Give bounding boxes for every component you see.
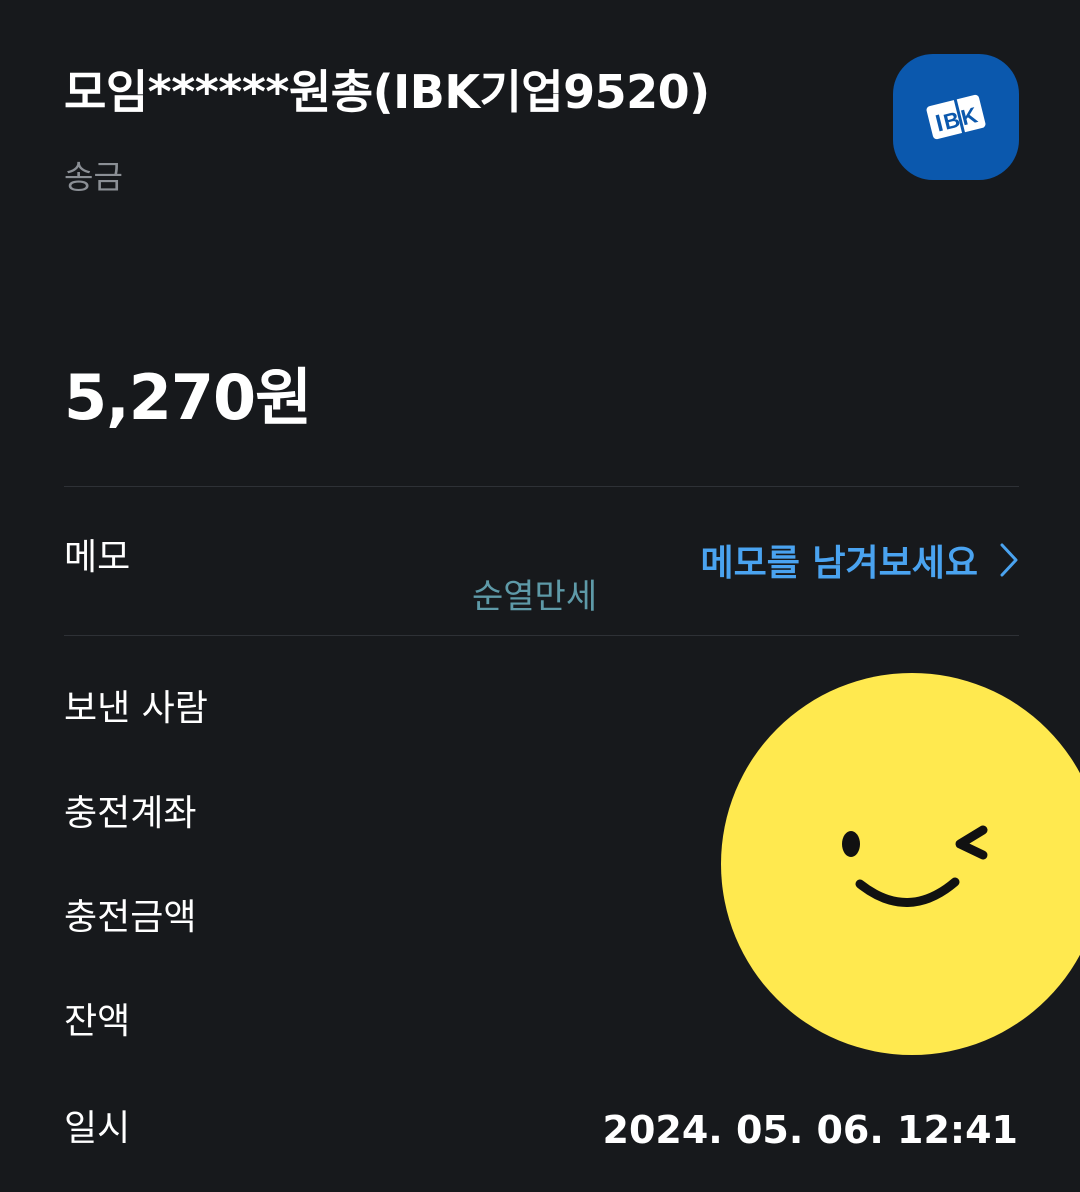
chevron-right-icon <box>1000 543 1018 577</box>
transaction-type: 송금 <box>64 158 123 196</box>
divider <box>64 486 1019 487</box>
add-memo-link[interactable]: 메모를 남겨보세요 <box>701 532 1019 588</box>
sender-label: 보낸 사람 <box>64 688 208 729</box>
winking-face-sticker-icon <box>721 673 1080 1055</box>
divider <box>64 635 1019 636</box>
charge-amount-label: 충전금액 <box>64 897 197 938</box>
transfer-amount: 5,270원 <box>64 361 312 434</box>
datetime-value: 2024. 05. 06. 12:41 <box>602 1108 1018 1152</box>
memo-content: 순열만세 <box>472 577 598 617</box>
datetime-label: 일시 <box>64 1108 131 1149</box>
memo-label: 메모 <box>64 537 131 578</box>
ibk-bank-logo-icon: I B K <box>893 54 1019 180</box>
charge-account-label: 충전계좌 <box>64 793 197 834</box>
balance-label: 잔액 <box>64 1001 131 1042</box>
add-memo-link-label: 메모를 남겨보세요 <box>700 543 979 584</box>
page-title: 모임******원총(IBK기업9520) <box>64 65 710 119</box>
